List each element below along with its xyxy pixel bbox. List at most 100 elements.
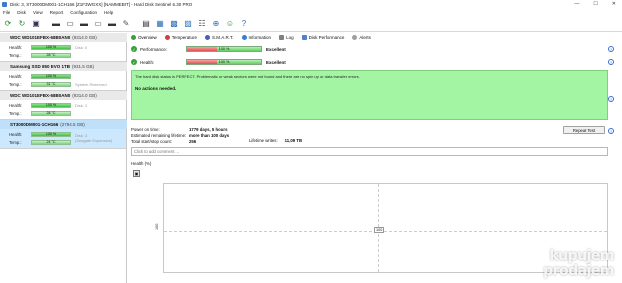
- disk-header: WDC WD101EFBX-68B0AN0 (9314.0 GB): [0, 91, 127, 100]
- comment-input[interactable]: [131, 147, 608, 156]
- title-bar: Disk: 3, ST3000DM001-1CH166 [Z1F3WGXX] […: [0, 0, 622, 8]
- menu-configuration[interactable]: Configuration: [70, 10, 97, 15]
- menu-bar: File Disk View Report Configuration Help: [0, 8, 622, 16]
- disk-entry-1[interactable]: Samsung SSD 850 EVO 1TB (931.5 GB) Healt…: [0, 62, 127, 91]
- performance-icon: [301, 34, 307, 40]
- health-result: Excellent: [266, 59, 286, 65]
- menu-disk[interactable]: Disk: [17, 10, 26, 15]
- temp-bar: 31 °C: [31, 82, 71, 87]
- chart-y-tick: 100: [155, 223, 159, 230]
- acoustic-icon[interactable]: ▤: [140, 18, 152, 30]
- watermark-line-2: prodajem: [543, 263, 614, 279]
- temp-value: 28 °C: [46, 111, 56, 115]
- tab-log[interactable]: Log: [279, 34, 294, 40]
- start-stop-value: 256: [189, 138, 197, 144]
- check-icon: ✓: [131, 59, 137, 65]
- overview-icon: [131, 34, 136, 40]
- performance-result: Excellent: [266, 46, 286, 52]
- menu-report[interactable]: Report: [50, 10, 64, 15]
- temp-row: Temp.: 28 °C: [9, 52, 125, 59]
- menu-help[interactable]: Help: [104, 10, 113, 15]
- tab-disk-performance[interactable]: Disk Performance: [301, 34, 345, 40]
- help-icon[interactable]: ?: [608, 46, 614, 52]
- minimize-button[interactable]: —: [574, 1, 579, 7]
- start-stop-label: Total start/stop count:: [131, 138, 172, 144]
- health-row: Health: 100 % Disk: 3 (Seagate Expansion…: [9, 131, 125, 143]
- health-value: 100 %: [45, 132, 57, 136]
- temp-value: 31 °C: [46, 82, 56, 86]
- disk-name: Samsung SSD 850 EVO 1TB: [10, 64, 71, 69]
- monitor-icon[interactable]: ▦: [154, 18, 166, 30]
- disk-capacity: (9314.0 GB): [72, 93, 97, 98]
- temp-row: Temp.: 24 °C: [9, 139, 125, 146]
- tab-label: Temperature: [171, 34, 198, 40]
- tab-overview[interactable]: Overview: [131, 34, 157, 40]
- help-icon[interactable]: ?: [238, 18, 250, 30]
- disk-header: Samsung SSD 850 EVO 1TB (931.5 GB): [0, 62, 127, 71]
- health-bar: 100 %: [31, 132, 71, 137]
- tab-bar: Overview Temperature S.M.A.R.T. Informat…: [129, 33, 622, 41]
- maximize-button[interactable]: ☐: [593, 1, 597, 7]
- help-icon[interactable]: ?: [608, 128, 614, 134]
- menu-view[interactable]: View: [33, 10, 43, 15]
- temp-row: Temp.: 31 °C System Reserved: [9, 81, 125, 88]
- disk-side-label: System Reserved: [75, 82, 107, 87]
- tools-icon[interactable]: ✎: [120, 18, 132, 30]
- disk-name: ST3000DM001-1CH166: [10, 122, 59, 127]
- health-label: Health:: [140, 59, 155, 65]
- actions-text: No actions needed.: [135, 86, 177, 91]
- globe-icon[interactable]: ⊕: [210, 18, 222, 30]
- health-label: Health:: [9, 103, 23, 108]
- performance-bar: 100 %: [186, 46, 262, 52]
- health-label: Health:: [9, 132, 23, 137]
- close-button[interactable]: ✕: [612, 1, 616, 7]
- lifetime-label: Estimated remaining lifetime:: [131, 132, 187, 138]
- watermark-line-1: kupujem: [549, 248, 614, 264]
- thermometer-icon: [164, 34, 170, 40]
- health-row: Health: 100 % Disk: 0: [9, 44, 125, 51]
- disk-header: ST3000DM001-1CH166 (2794.5 GB): [0, 120, 127, 129]
- disk-report-icon[interactable]: ▭: [64, 18, 76, 30]
- alerts-icon: [352, 34, 358, 40]
- disk-entry-3[interactable]: ST3000DM001-1CH166 (2794.5 GB) Health: 1…: [0, 120, 127, 149]
- disk-surface-icon[interactable]: ▬: [106, 18, 118, 30]
- repeat-test-button[interactable]: Repeat Test: [563, 126, 605, 134]
- help-icon[interactable]: ?: [608, 96, 614, 102]
- temp-label: Temp.:: [9, 111, 22, 116]
- power-icon[interactable]: ▩: [168, 18, 180, 30]
- menu-file[interactable]: File: [3, 10, 10, 15]
- tab-label: Disk Performance: [308, 34, 345, 40]
- temp-bar: 24 °C: [31, 140, 71, 145]
- smart-icon: [205, 34, 211, 40]
- disk-check-icon[interactable]: ▭: [92, 18, 104, 30]
- alerts-icon[interactable]: ▨: [182, 18, 194, 30]
- users-icon[interactable]: ☺: [224, 18, 236, 30]
- tab-smart[interactable]: S.M.A.R.T.: [205, 34, 234, 40]
- disk-entry-2[interactable]: WDC WD101EFBX-68B0AN0 (9314.0 GB) Health…: [0, 91, 127, 120]
- chart-save-icon[interactable]: ▣: [133, 170, 140, 177]
- disk-test-icon[interactable]: ▬: [78, 18, 90, 30]
- tab-label: Log: [286, 34, 294, 40]
- health-value: 100 %: [45, 45, 57, 49]
- tab-label: Information: [248, 34, 272, 40]
- disk-capacity: (931.5 GB): [72, 64, 95, 69]
- status-message-box: The hard disk status is PERFECT. Problem…: [131, 70, 608, 120]
- disk-header: WDC WD101EFBX-68B0AN0 (9314.0 GB): [0, 33, 127, 42]
- refresh-icon[interactable]: ⟳: [2, 18, 14, 30]
- toolbar: ⟳ ↻ ▣ ▬ ▭ ▬ ▭ ▬ ✎ ▤ ▦ ▩ ▨ ☷ ⊕ ☺ ?: [0, 16, 622, 32]
- disk-icon[interactable]: ▬: [50, 18, 62, 30]
- save-icon[interactable]: ▣: [30, 18, 42, 30]
- temp-label: Temp.:: [9, 53, 22, 58]
- health-status-row: ✓ Health: 100 % Excellent ?: [131, 57, 620, 67]
- help-icon[interactable]: ?: [608, 59, 614, 65]
- tab-alerts[interactable]: Alerts: [352, 34, 371, 40]
- tab-temperature[interactable]: Temperature: [164, 34, 198, 40]
- report-icon[interactable]: ☷: [196, 18, 208, 30]
- disk-info-panel: Power on time: 1779 days, 5 hours Estima…: [131, 126, 608, 146]
- disk-entry-0[interactable]: WDC WD101EFBX-68B0AN0 (9314.0 GB) Health…: [0, 33, 127, 62]
- tab-label: Overview: [138, 34, 157, 40]
- window-controls: — ☐ ✕: [574, 1, 616, 7]
- health-bar: 100 %: [31, 45, 71, 50]
- refresh-all-icon[interactable]: ↻: [16, 18, 28, 30]
- tab-information[interactable]: Information: [241, 34, 272, 40]
